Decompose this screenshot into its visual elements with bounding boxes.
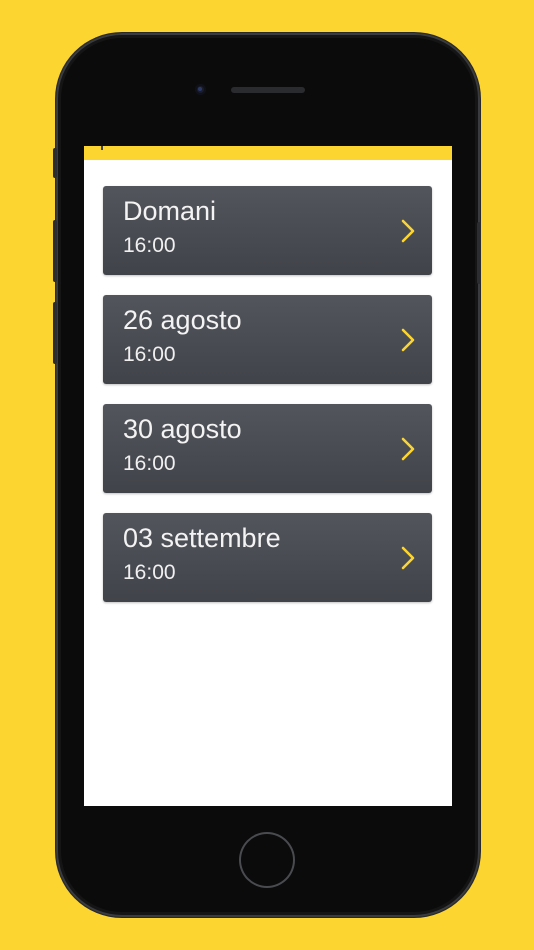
home-button[interactable] — [239, 832, 295, 888]
time-label: 16:00 — [123, 343, 176, 366]
volume-up-button — [53, 220, 57, 282]
time-label: 16:00 — [123, 234, 176, 257]
date-list-item[interactable]: Domani 16:00 — [103, 186, 432, 275]
date-label: 30 agosto — [123, 414, 242, 444]
date-label: 26 agosto — [123, 305, 242, 335]
time-label: 16:00 — [123, 561, 176, 584]
date-list-item[interactable]: 30 agosto 16:00 — [103, 404, 432, 493]
mute-switch — [53, 148, 57, 178]
chevron-right-icon — [401, 546, 415, 570]
header-mark — [101, 146, 103, 150]
power-button — [477, 222, 481, 284]
chevron-right-icon — [401, 437, 415, 461]
app-screen: Domani 16:00 26 agosto 16:00 30 agosto 1… — [84, 146, 452, 806]
time-label: 16:00 — [123, 452, 176, 475]
date-list-item[interactable]: 26 agosto 16:00 — [103, 295, 432, 384]
date-list: Domani 16:00 26 agosto 16:00 30 agosto 1… — [103, 186, 432, 622]
date-label: 03 settembre — [123, 523, 281, 553]
volume-down-button — [53, 302, 57, 364]
earpiece-speaker — [231, 87, 305, 93]
date-label: Domani — [123, 196, 217, 226]
date-list-item[interactable]: 03 settembre 16:00 — [103, 513, 432, 602]
app-header-bar — [84, 146, 452, 160]
front-camera — [195, 84, 206, 95]
chevron-right-icon — [401, 219, 415, 243]
chevron-right-icon — [401, 328, 415, 352]
